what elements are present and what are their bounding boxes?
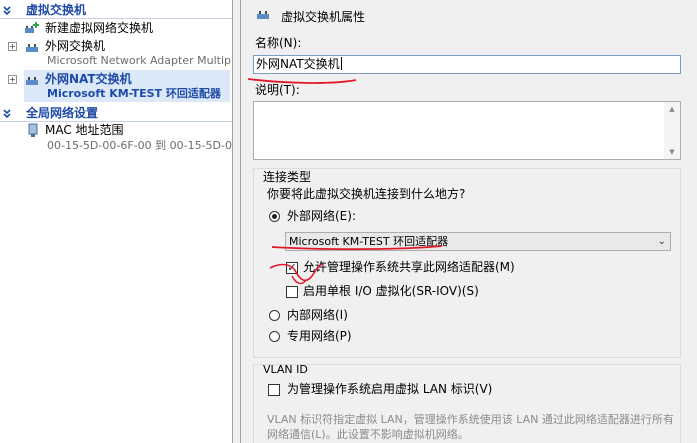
vlan-label: VLAN ID [263, 363, 308, 376]
private-network-label: 专用网络(P) [287, 329, 352, 343]
tree-item-label: MAC 地址范围 [45, 123, 124, 137]
external-network-radio[interactable] [269, 211, 280, 222]
scroll-down-icon[interactable]: ▼ [664, 145, 680, 159]
tree-item-sublabel: Microsoft Network Adapter Multipl... [47, 54, 233, 67]
section-title: 虚拟交换机 [26, 3, 87, 17]
allow-share-label: 允许管理操作系统共享此网络适配器(M) [303, 260, 515, 274]
pane-splitter[interactable] [233, 0, 241, 443]
connection-question: 你要将此虚拟交换机连接到什么地方? [267, 187, 466, 201]
tree-item-switch-nat[interactable]: + 外网NAT交换机 Microsoft KM-TEST 环回适配器 [0, 72, 232, 102]
private-network-radio[interactable] [269, 331, 280, 342]
tree-item-label: 外网NAT交换机 [45, 72, 132, 86]
network-card-icon [28, 123, 38, 137]
notes-scrollbar[interactable]: ▲ ▼ [664, 102, 680, 159]
scroll-up-icon[interactable]: ▲ [664, 102, 680, 116]
adapter-select-value: Microsoft KM-TEST 环回适配器 [289, 235, 449, 248]
internal-network-label: 内部网络(I) [287, 308, 348, 322]
external-network-label: 外部网络(E): [287, 209, 356, 223]
new-switch-icon [25, 22, 39, 33]
allow-share-checkbox[interactable]: ✓ [286, 262, 298, 274]
name-label: 名称(N): [255, 36, 302, 50]
vlan-enable-label: 为管理操作系统启用虚拟 LAN 标识(V) [287, 382, 493, 396]
vlan-note: VLAN 标识符指定虚拟 LAN，管理操作系统使用该 LAN 通过此网络适配器进… [267, 413, 674, 441]
notes-textarea[interactable]: ▲ ▼ [253, 101, 681, 160]
tree-item-sublabel: Microsoft KM-TEST 环回适配器 [47, 87, 221, 100]
collapse-chevron-icon[interactable] [1, 2, 13, 18]
properties-header: 虚拟交换机属性 [241, 0, 697, 30]
vlan-enable-checkbox[interactable] [268, 384, 280, 396]
sriov-label: 启用单根 I/O 虚拟化(SR-IOV)(S) [303, 284, 479, 298]
tree-pane: 虚拟交换机 新建虚拟网络交换机 + 外网交换机 Microsoft Networ… [0, 0, 233, 443]
tree-item-switch-external[interactable]: + 外网交换机 Microsoft Network Adapter Multip… [0, 39, 232, 69]
network-switch-icon [26, 77, 38, 85]
adapter-select[interactable]: Microsoft KM-TEST 环回适配器 ⌄ [285, 232, 671, 251]
expand-plus-icon[interactable]: + [8, 42, 17, 51]
chevron-down-icon[interactable]: ⌄ [658, 233, 666, 250]
collapse-chevron-icon[interactable] [1, 105, 13, 121]
properties-pane: 虚拟交换机属性 名称(N): 外网NAT交换机 说明(T): ▲ ▼ 连接类型 … [241, 0, 697, 443]
section-global-network[interactable]: 全局网络设置 [0, 105, 232, 122]
tree-item-label: 新建虚拟网络交换机 [45, 21, 154, 35]
tree-item-mac-range[interactable]: MAC 地址范围 00-15-5D-00-6F-00 到 00-15-5D-0.… [0, 123, 232, 153]
notes-label: 说明(T): [255, 83, 300, 97]
properties-title: 虚拟交换机属性 [281, 10, 366, 24]
tree-item-label: 外网交换机 [45, 39, 106, 53]
tree-item-sublabel: 00-15-5D-00-6F-00 到 00-15-5D-0... [47, 139, 233, 152]
text-caret [340, 57, 342, 70]
name-input-value: 外网NAT交换机 [256, 57, 340, 71]
network-switch-icon [26, 44, 38, 52]
expand-plus-icon[interactable]: + [8, 75, 17, 84]
section-virtual-switches[interactable]: 虚拟交换机 [0, 2, 232, 19]
internal-network-radio[interactable] [269, 310, 280, 321]
section-title: 全局网络设置 [26, 106, 99, 120]
sriov-checkbox[interactable] [286, 286, 298, 298]
name-input[interactable]: 外网NAT交换机 [253, 55, 681, 74]
network-switch-icon [257, 11, 269, 19]
connection-type-label: 连接类型 [263, 170, 312, 184]
tree-item-new-switch[interactable]: 新建虚拟网络交换机 [0, 21, 232, 37]
